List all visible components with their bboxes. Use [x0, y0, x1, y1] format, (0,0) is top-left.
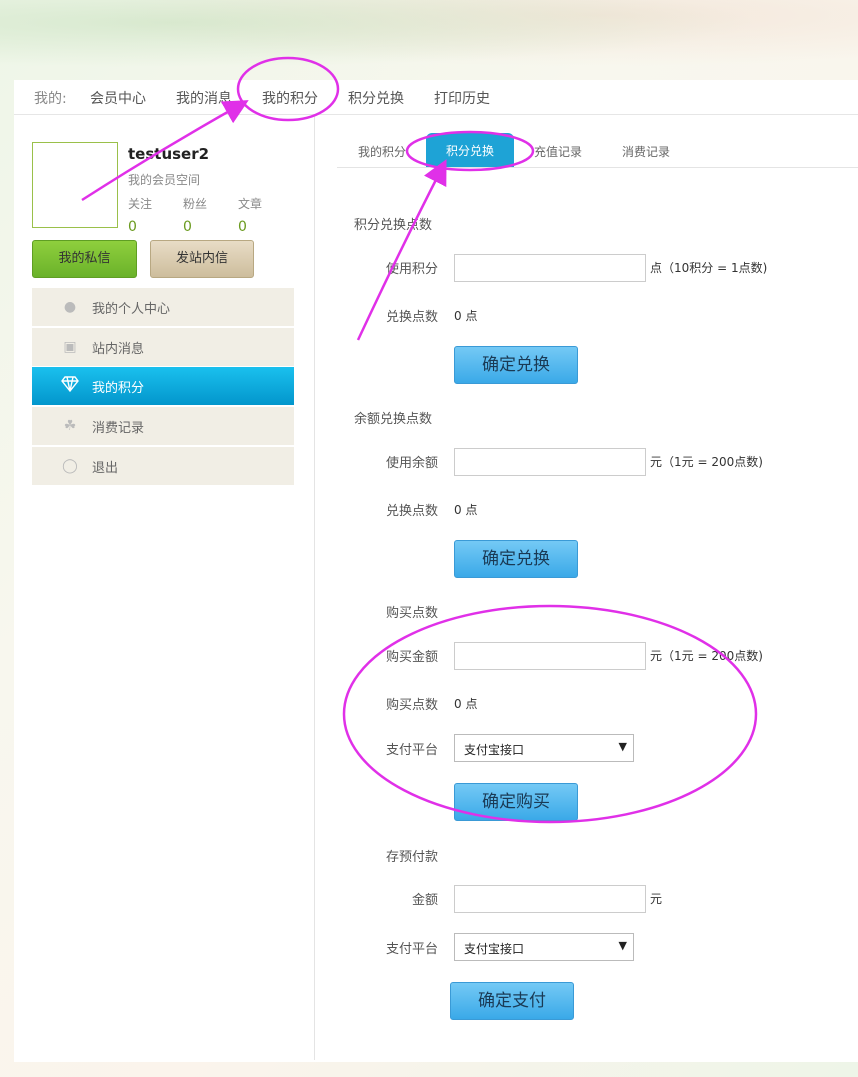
tab-divider: [337, 167, 858, 168]
private-message-button[interactable]: 我的私信: [32, 240, 137, 278]
user-icon: ●: [63, 299, 77, 315]
send-message-button[interactable]: 发站内信: [150, 240, 254, 278]
use-balance-hint: 元（1元 = 200点数): [650, 455, 763, 469]
tab-consumption-records[interactable]: 消费记录: [622, 143, 670, 160]
use-balance-input[interactable]: [454, 448, 646, 476]
prepay-amount-label: 金额: [411, 893, 438, 908]
section-title-purchase: 购买点数: [385, 606, 438, 621]
top-nav-my-messages[interactable]: 我的消息: [176, 88, 232, 108]
power-icon: ◯: [62, 458, 78, 474]
prepay-amount-input[interactable]: [454, 885, 646, 913]
dropdown-arrow-icon: ▼: [618, 740, 627, 753]
top-nav-print-history[interactable]: 打印历史: [434, 88, 490, 108]
exchange-points-label: 兑换点数: [385, 310, 438, 325]
section-title-prepay: 存预付款: [385, 850, 438, 865]
sidebar-item-label: 站内消息: [92, 342, 145, 357]
purchase-platform-select[interactable]: 支付宝接口 ▼: [454, 734, 634, 762]
purchase-platform-label: 支付平台: [385, 743, 438, 758]
sidebar-item-my-points[interactable]: 我的积分: [32, 367, 294, 405]
purchase-points-value: 0 点: [454, 697, 478, 711]
top-nav: 我的: 会员中心 我的消息 我的积分 积分兑换 打印历史: [14, 80, 858, 115]
purchase-amount-hint: 元（1元 = 200点数): [650, 649, 763, 663]
stat-fans-label: 粉丝: [183, 197, 208, 211]
section-title-points-exchange: 积分兑换点数: [354, 218, 433, 233]
top-nav-member-center[interactable]: 会员中心: [90, 88, 146, 108]
member-space-link[interactable]: 我的会员空间: [128, 171, 200, 188]
confirm-balance-exchange-button[interactable]: 确定兑换: [454, 540, 578, 578]
sidebar-item-label: 消费记录: [92, 421, 145, 436]
tab-recharge-records[interactable]: 充值记录: [534, 143, 582, 160]
use-points-hint: 点（10积分 = 1点数): [650, 261, 768, 275]
sidebar-item-consumption[interactable]: ☘ 消费记录: [32, 407, 294, 445]
use-balance-label: 使用余额: [385, 456, 438, 471]
section-title-balance-exchange: 余额兑换点数: [354, 412, 433, 427]
confirm-payment-button[interactable]: 确定支付: [450, 982, 574, 1020]
use-points-label: 使用积分: [385, 262, 438, 277]
top-nav-lead: 我的:: [34, 91, 67, 107]
stat-articles-value[interactable]: 0: [238, 219, 247, 235]
sidebar-item-label: 我的个人中心: [92, 302, 171, 317]
exchange-points-value: 0 点: [454, 309, 478, 323]
stat-follow-label: 关注: [128, 197, 153, 211]
message-icon: ▣: [63, 339, 77, 355]
diamond-icon: [60, 376, 80, 396]
balance-exchange-points-label: 兑换点数: [385, 504, 438, 519]
sidebar-item-messages[interactable]: ▣ 站内消息: [32, 328, 294, 366]
prepay-platform-label: 支付平台: [385, 942, 438, 957]
stat-fans-value[interactable]: 0: [183, 219, 192, 235]
confirm-points-exchange-button[interactable]: 确定兑换: [454, 346, 578, 384]
tab-points-exchange[interactable]: 积分兑换: [426, 133, 514, 167]
sidebar-item-logout[interactable]: ◯ 退出: [32, 447, 294, 485]
confirm-purchase-button[interactable]: 确定购买: [454, 783, 578, 821]
balance-exchange-points-value: 0 点: [454, 503, 478, 517]
username: testuser2: [128, 145, 210, 163]
tab-my-points[interactable]: 我的积分: [358, 143, 406, 160]
cart-icon: ☘: [63, 418, 77, 434]
sidebar-item-personal-center[interactable]: ● 我的个人中心: [32, 288, 294, 326]
prepay-amount-unit: 元: [650, 892, 663, 906]
purchase-platform-value: 支付宝接口: [464, 743, 525, 757]
stat-articles-label: 文章: [238, 197, 263, 211]
background-decoration: [0, 0, 858, 75]
purchase-amount-input[interactable]: [454, 642, 646, 670]
top-nav-my-points[interactable]: 我的积分: [262, 88, 318, 108]
avatar[interactable]: [32, 142, 118, 228]
stat-follow-value[interactable]: 0: [128, 219, 137, 235]
purchase-amount-label: 购买金额: [385, 650, 438, 665]
dropdown-arrow-icon: ▼: [618, 939, 627, 952]
prepay-platform-select[interactable]: 支付宝接口 ▼: [454, 933, 634, 961]
prepay-platform-value: 支付宝接口: [464, 942, 525, 956]
top-nav-points-exchange[interactable]: 积分兑换: [348, 88, 404, 108]
sidebar-item-label: 退出: [92, 461, 119, 476]
sidebar-item-label: 我的积分: [92, 381, 145, 396]
use-points-input[interactable]: [454, 254, 646, 282]
purchase-points-label: 购买点数: [385, 698, 438, 713]
